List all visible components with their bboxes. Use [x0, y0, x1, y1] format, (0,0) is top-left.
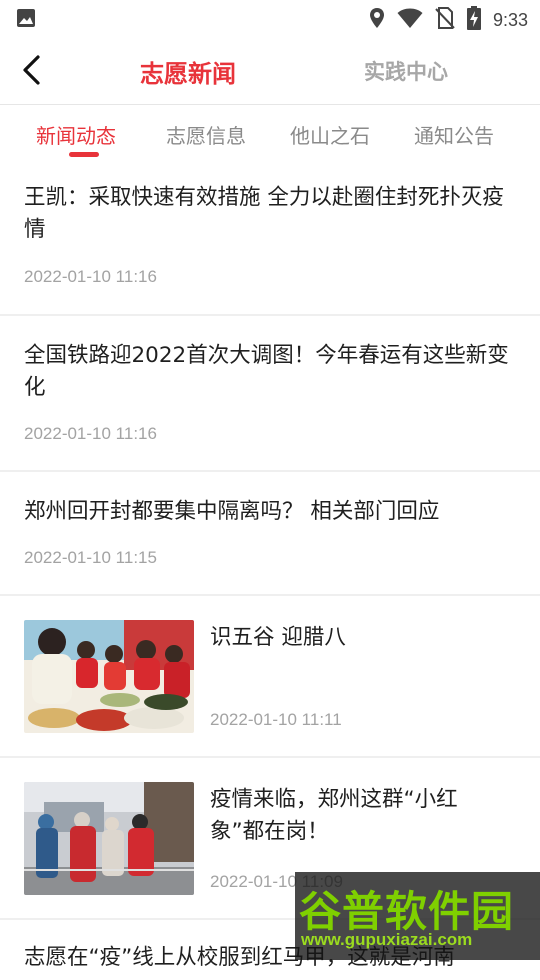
status-time: 9:33	[492, 9, 528, 30]
news-item[interactable]: 全国铁路迎2022首次大调图！今年春运有这些新变化 2022-01-10 11:…	[0, 316, 540, 472]
news-date: 2022-01-10 11:15	[24, 548, 157, 567]
news-item[interactable]: 郑州回开封都要集中隔离吗？ 相关部门回应 2022-01-10 11:15	[0, 472, 540, 596]
news-title: 王凯：采取快速有效措施 全力以赴圈住封死扑灭疫情	[24, 185, 504, 242]
wifi-icon	[397, 7, 423, 33]
news-date: 2022-01-10 11:11	[210, 710, 342, 729]
no-sim-icon	[435, 7, 455, 33]
status-bar: 9:33	[0, 0, 540, 36]
news-title: 郑州回开封都要集中隔离吗？ 相关部门回应	[24, 499, 440, 524]
news-date: 2022-01-10 11:16	[24, 424, 157, 443]
watermark-logo: 谷普软件园 www.gupuxiazai.com	[295, 872, 540, 960]
category-tabs: 新闻动态 志愿信息 他山之石 通知公告	[0, 104, 540, 164]
tab-volunteer-info[interactable]: 志愿信息	[166, 120, 246, 149]
tab-announcements[interactable]: 通知公告	[414, 120, 494, 149]
tab-practice-center[interactable]: 实践中心	[364, 56, 448, 86]
news-item[interactable]: 识五谷 迎腊八 2022-01-10 11:11	[0, 596, 540, 758]
gallery-icon	[16, 8, 36, 32]
tab-lessons-from-others[interactable]: 他山之石	[290, 120, 370, 149]
chevron-left-icon	[23, 55, 40, 85]
news-title: 识五谷 迎腊八	[210, 625, 346, 650]
watermark-url: www.gupuxiazai.com	[301, 930, 473, 949]
news-thumbnail	[24, 620, 194, 733]
page-title[interactable]: 志愿新闻	[140, 54, 236, 89]
header: 志愿新闻 实践中心	[0, 36, 540, 105]
battery-charging-icon	[466, 6, 481, 34]
news-thumbnail	[24, 782, 194, 895]
location-icon	[369, 7, 385, 33]
tab-news-updates[interactable]: 新闻动态	[36, 120, 116, 149]
news-date: 2022-01-10 11:16	[24, 267, 157, 286]
news-title: 全国铁路迎2022首次大调图！今年春运有这些新变化	[24, 343, 509, 400]
news-title: 疫情来临，郑州这群“小红象”都在岗！	[210, 787, 458, 844]
news-item[interactable]: 王凯：采取快速有效措施 全力以赴圈住封死扑灭疫情 2022-01-10 11:1…	[0, 164, 540, 316]
back-button[interactable]	[18, 54, 48, 86]
active-tab-indicator	[69, 152, 99, 157]
